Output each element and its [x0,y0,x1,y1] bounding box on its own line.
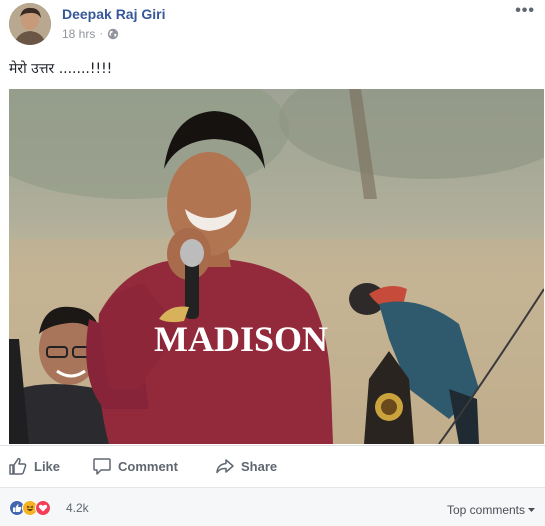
comment-button[interactable]: Comment [92,456,178,476]
reaction-count[interactable]: 4.2k [66,501,89,515]
love-reaction-icon [35,500,51,516]
post-card: Deepak Raj Giri 18 hrs · ••• मेरो उत्तर … [0,0,545,526]
thumbs-up-icon [9,457,27,475]
author-avatar[interactable] [9,3,51,45]
like-button[interactable]: Like [8,456,60,476]
meta-separator: · [99,28,104,40]
author-name[interactable]: Deepak Raj Giri [62,6,166,22]
post-meta: 18 hrs · [62,27,119,41]
comment-label: Comment [118,458,178,474]
reaction-icons[interactable] [9,500,51,516]
caret-down-icon [528,507,535,512]
post-text: मेरो उत्तर .......!!!! [9,61,113,77]
globe-icon [107,28,119,40]
comment-sort-dropdown[interactable]: Top comments [447,503,535,517]
share-label: Share [241,458,278,474]
share-button[interactable]: Share [215,456,277,476]
post-timestamp[interactable]: 18 hrs [62,27,95,41]
post-header: Deepak Raj Giri 18 hrs · ••• [0,0,545,52]
comment-sort-label: Top comments [446,503,525,517]
like-label: Like [34,458,61,474]
post-photo[interactable]: MADISON [9,89,544,444]
action-bar: Like Comment Share [0,445,545,485]
photo-shirt-text: MADISON [154,319,328,359]
reactions-bar: 4.2k Top comments [0,487,545,526]
share-icon [216,459,234,474]
comment-icon [93,458,111,475]
more-options-icon[interactable]: ••• [515,2,535,20]
